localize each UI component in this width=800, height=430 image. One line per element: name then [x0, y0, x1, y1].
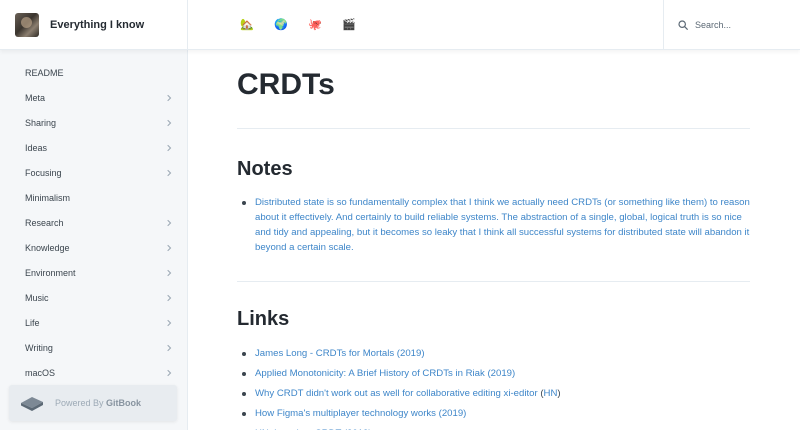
chevron-right-icon[interactable] — [165, 344, 173, 352]
list-item: Distributed state is so fundamentally co… — [237, 195, 750, 255]
link[interactable]: Why CRDT didn't work out as well for col… — [255, 388, 538, 399]
list-item: HN thread on CRDT (2019) — [237, 426, 750, 430]
main-content: CRDTs Notes Distributed state is so fund… — [188, 50, 800, 430]
sidebar-item-label: Music — [25, 292, 49, 303]
sidebar-item-sharing[interactable]: Sharing — [0, 110, 187, 135]
hn-link[interactable]: HN — [544, 388, 558, 399]
sidebar-item-label: Minimalism — [25, 192, 70, 203]
page-body: CRDTs Notes Distributed state is so fund… — [237, 50, 750, 430]
sidebar-item-label: Life — [25, 317, 40, 328]
sidebar-item-label: Meta — [25, 92, 46, 103]
sidebar-item-label: Writing — [25, 342, 53, 353]
sidebar-item-label: Environment — [25, 267, 76, 278]
link[interactable]: Applied Monotonicity: A Brief History of… — [255, 368, 515, 379]
sidebar: README Meta Sharing Ideas Focusing Minimalism… — [0, 50, 188, 430]
search-icon — [678, 20, 688, 30]
sidebar-item-label: Sharing — [25, 117, 57, 128]
search-box[interactable] — [663, 0, 800, 50]
sidebar-item-focusing[interactable]: Focusing — [0, 160, 187, 185]
sidebar-item-music[interactable]: Music — [0, 285, 187, 310]
emoji-nav: 🏡 🌍 🐙 🎬 — [236, 16, 360, 34]
chevron-right-icon[interactable] — [165, 119, 173, 127]
octopus-emoji-link[interactable]: 🐙 — [304, 16, 326, 34]
sidebar-item-label: macOS — [25, 367, 56, 378]
sidebar-item-research[interactable]: Research — [0, 210, 187, 235]
home-emoji-link[interactable]: 🏡 — [236, 16, 258, 34]
clapper-emoji-link[interactable]: 🎬 — [338, 16, 360, 34]
paren-close: ) — [557, 388, 561, 399]
list-item: Why CRDT didn't work out as well for col… — [237, 386, 750, 401]
link[interactable]: James Long - CRDTs for Mortals (2019) — [255, 348, 425, 359]
links-heading: Links — [237, 308, 290, 330]
links-list: James Long - CRDTs for Mortals (2019) App… — [237, 346, 750, 430]
list-item: James Long - CRDTs for Mortals (2019) — [237, 346, 750, 361]
sidebar-item-minimalism[interactable]: Minimalism — [0, 185, 187, 210]
sidebar-item-label: Knowledge — [25, 242, 70, 253]
gitbook-label: Powered By GitBook — [55, 398, 142, 408]
top-header: Everything I know 🏡 🌍 🐙 🎬 — [0, 0, 800, 50]
sidebar-item-environment[interactable]: Environment — [0, 260, 187, 285]
chevron-right-icon[interactable] — [165, 94, 173, 102]
chevron-right-icon[interactable] — [165, 269, 173, 277]
powered-by-gitbook[interactable]: Powered By GitBook — [9, 385, 177, 421]
notes-list: Distributed state is so fundamentally co… — [237, 195, 750, 255]
notes-heading: Notes — [237, 158, 293, 180]
chevron-right-icon[interactable] — [165, 169, 173, 177]
sidebar-item-label: Focusing — [25, 167, 62, 178]
sidebar-item-knowledge[interactable]: Knowledge — [0, 235, 187, 260]
site-brand[interactable]: Everything I know — [0, 0, 188, 50]
chevron-right-icon[interactable] — [165, 319, 173, 327]
sidebar-item-macos[interactable]: macOS — [0, 360, 187, 385]
divider — [237, 128, 750, 129]
sidebar-item-ideas[interactable]: Ideas — [0, 135, 187, 160]
sidebar-item-writing[interactable]: Writing — [0, 335, 187, 360]
link[interactable]: How Figma's multiplayer technology works… — [255, 408, 466, 419]
sidebar-item-readme[interactable]: README — [0, 60, 187, 85]
chevron-right-icon[interactable] — [165, 219, 173, 227]
gitbook-icon — [21, 397, 43, 411]
sidebar-item-label: README — [25, 67, 64, 78]
sidebar-item-meta[interactable]: Meta — [0, 85, 187, 110]
list-item: Applied Monotonicity: A Brief History of… — [237, 366, 750, 381]
list-item: How Figma's multiplayer technology works… — [237, 406, 750, 421]
chevron-right-icon[interactable] — [165, 144, 173, 152]
site-logo — [15, 13, 39, 37]
sidebar-nav: README Meta Sharing Ideas Focusing Minimalism… — [0, 50, 187, 410]
sidebar-item-label: Research — [25, 217, 64, 228]
chevron-right-icon[interactable] — [165, 294, 173, 302]
sidebar-item-label: Ideas — [25, 142, 48, 153]
chevron-right-icon[interactable] — [165, 244, 173, 252]
search-input[interactable] — [695, 20, 795, 30]
globe-emoji-link[interactable]: 🌍 — [270, 16, 292, 34]
note-text: Distributed state is so fundamentally co… — [255, 197, 750, 253]
divider — [237, 281, 750, 282]
site-title[interactable]: Everything I know — [50, 19, 144, 31]
chevron-right-icon[interactable] — [165, 369, 173, 377]
sidebar-item-life[interactable]: Life — [0, 310, 187, 335]
page-title: CRDTs — [237, 68, 335, 101]
